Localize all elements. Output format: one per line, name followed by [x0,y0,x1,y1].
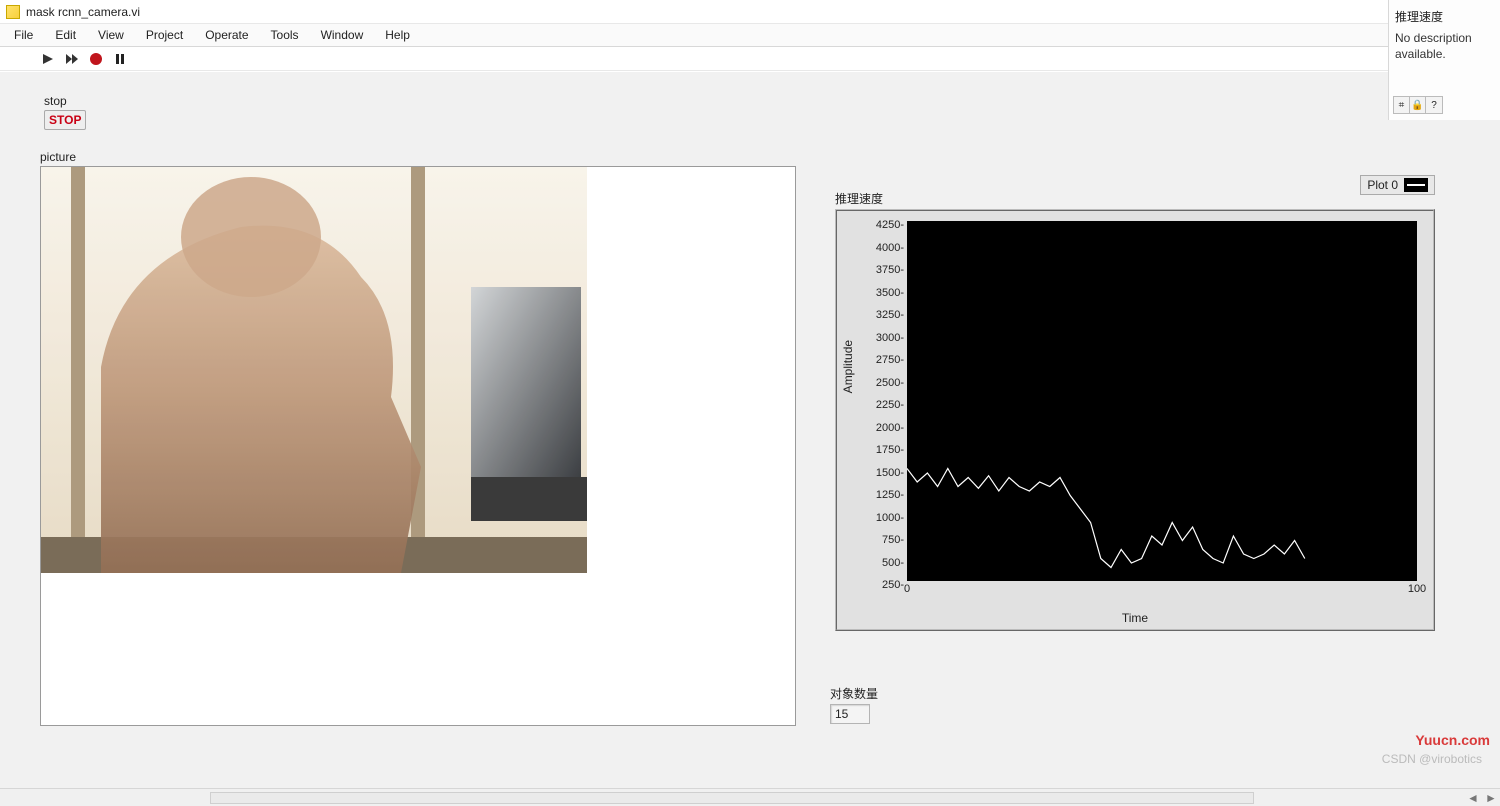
front-panel: stop STOP picture [0,72,1500,788]
scroll-right-icon[interactable]: ► [1482,790,1500,806]
picture-indicator: picture [40,150,796,726]
run-icon[interactable] [40,51,56,67]
chart-yticks: 4250-4000-3750-3500-3250-3000-2750-2500-… [871,215,907,587]
chart-legend-label: Plot 0 [1367,178,1398,192]
abort-icon[interactable] [88,51,104,67]
context-help-tools: ⌗ 🔒 ? [1393,96,1443,114]
help-tool-lock-icon[interactable]: 🔒 [1410,97,1426,113]
chart-plot-frame: Amplitude 4250-4000-3750-3500-3250-3000-… [835,209,1435,631]
menu-window[interactable]: Window [311,26,374,44]
stop-control: stop STOP [44,94,86,130]
menu-file[interactable]: File [4,26,43,44]
pause-icon[interactable] [112,51,128,67]
context-help-title: 推理速度 [1395,8,1494,25]
chart-title: 推理速度 [835,190,1435,207]
chart-legend-swatch [1404,178,1428,192]
menu-project[interactable]: Project [136,26,193,44]
chart-plot-area[interactable] [907,221,1417,581]
waveform-chart: 推理速度 Plot 0 Amplitude 4250-4000-3750-350… [835,190,1435,631]
object-count-indicator: 对象数量 15 [830,685,878,724]
watermark-credit: CSDN @virobotics [1382,752,1482,766]
help-tool-detail-icon[interactable]: ⌗ [1394,97,1410,113]
chart-xticks: 0100 [907,583,1417,599]
menu-tools[interactable]: Tools [261,26,309,44]
object-count-value: 15 [830,704,870,724]
context-help-pane: 推理速度 No description available. ⌗ 🔒 ? [1388,0,1500,120]
chart-xlabel: Time [1122,611,1148,625]
window-title: mask rcnn_camera.vi [26,5,140,19]
menu-edit[interactable]: Edit [45,26,86,44]
menu-operate[interactable]: Operate [195,26,258,44]
toolbar [0,47,1500,71]
scroll-left-icon[interactable]: ◄ [1464,790,1482,806]
stop-label: stop [44,94,86,108]
context-help-description: No description available. [1395,31,1494,62]
camera-frame [41,167,587,573]
chart-ylabel: Amplitude [841,340,855,393]
menu-view[interactable]: View [88,26,134,44]
menubar: File Edit View Project Operate Tools Win… [0,24,1500,47]
watermark-site: Yuucn.com [1415,732,1490,748]
titlebar: mask rcnn_camera.vi [0,0,1500,24]
object-count-label: 对象数量 [830,685,878,702]
picture-label: picture [40,150,796,164]
scrollbar-track[interactable] [210,792,1254,804]
help-tool-question-icon[interactable]: ? [1426,97,1442,113]
app-icon [6,5,20,19]
horizontal-scrollbar[interactable]: ◄ ► [0,788,1500,806]
chart-legend[interactable]: Plot 0 [1360,175,1435,195]
run-continuous-icon[interactable] [64,51,80,67]
picture-display [40,166,796,726]
stop-button[interactable]: STOP [44,110,86,130]
menu-help[interactable]: Help [375,26,420,44]
